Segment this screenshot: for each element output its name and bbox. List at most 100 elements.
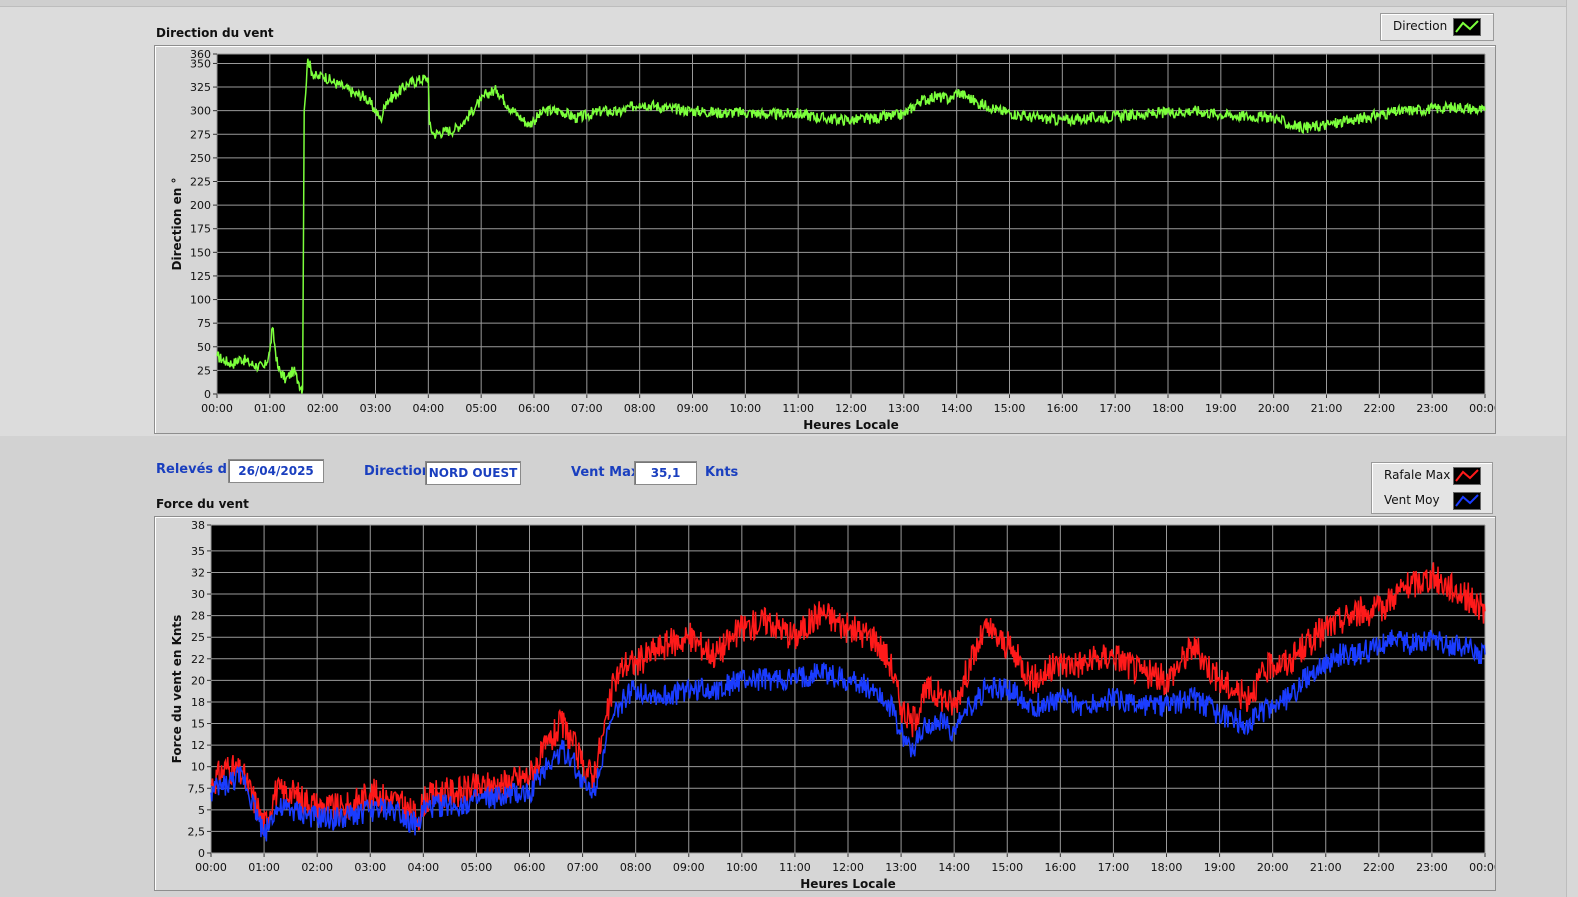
y-tick-label: 200 <box>190 199 211 212</box>
releves-label: Relevés du <box>156 462 237 477</box>
x-tick-label: 10:00 <box>726 861 758 874</box>
x-tick-label: 00:00 <box>201 402 233 415</box>
direction-value-field[interactable]: NORD OUEST <box>425 461 521 485</box>
x-tick-label: 10:00 <box>729 402 761 415</box>
y-tick-label: 0 <box>204 388 211 401</box>
force-legend[interactable]: Rafale Max Vent Moy <box>1371 462 1493 514</box>
x-tick-label: 16:00 <box>1044 861 1076 874</box>
x-tick-label: 05:00 <box>461 861 493 874</box>
y-tick-label: 25 <box>191 631 205 644</box>
x-tick-label: 20:00 <box>1257 861 1289 874</box>
x-tick-label: 08:00 <box>624 402 656 415</box>
x-tick-label: 02:00 <box>301 861 333 874</box>
x-tick-label: 22:00 <box>1363 861 1395 874</box>
y-tick-label: 38 <box>191 519 205 532</box>
x-tick-label: 12:00 <box>835 402 867 415</box>
x-tick-label: 15:00 <box>991 861 1023 874</box>
x-tick-label: 14:00 <box>941 402 973 415</box>
x-tick-label: 19:00 <box>1204 861 1236 874</box>
x-tick-label: 20:00 <box>1258 402 1290 415</box>
x-tick-label: 04:00 <box>412 402 444 415</box>
x-tick-label: 02:00 <box>307 402 339 415</box>
x-tick-label: 00:00 <box>1469 861 1495 874</box>
rafale-line-swatch-icon <box>1453 467 1481 485</box>
x-tick-label: 22:00 <box>1363 402 1395 415</box>
ventmax-value-field[interactable]: 35,1 <box>634 461 697 485</box>
y-tick-label: 28 <box>191 610 205 623</box>
x-tick-label: 21:00 <box>1311 402 1343 415</box>
y-tick-label: 100 <box>190 294 211 307</box>
y-tick-label: 18 <box>191 696 205 709</box>
x-axis-label: Heures Locale <box>803 418 898 432</box>
y-tick-label: 5 <box>198 804 205 817</box>
x-tick-label: 04:00 <box>407 861 439 874</box>
x-tick-label: 14:00 <box>938 861 970 874</box>
y-tick-label: 15 <box>191 718 205 731</box>
x-tick-label: 01:00 <box>248 861 280 874</box>
ventmax-label: Vent Max <box>571 465 640 480</box>
x-tick-label: 15:00 <box>994 402 1026 415</box>
y-tick-label: 0 <box>198 847 205 860</box>
x-tick-label: 05:00 <box>465 402 497 415</box>
x-tick-label: 21:00 <box>1310 861 1342 874</box>
releves-date-field[interactable]: 26/04/2025 <box>228 459 324 483</box>
legend-item-ventmoy[interactable]: Vent Moy <box>1372 488 1492 512</box>
legend-item-rafale[interactable]: Rafale Max <box>1372 463 1492 487</box>
window-right-edge <box>1566 0 1578 897</box>
force-chart-frame: 00:00 01:00 02:00 03:00 04:00 05:00 06:00 07:00… <box>154 516 1501 891</box>
direction-chart: 00:00 01:00 02:00 03:00 04:00 05:00 06:00 07:00… <box>170 48 1501 432</box>
y-tick-label: 250 <box>190 152 211 165</box>
x-tick-label: 13:00 <box>888 402 920 415</box>
y-tick-label: 300 <box>190 105 211 118</box>
force-chart: 00:00 01:00 02:00 03:00 04:00 05:00 06:00 07:00… <box>170 519 1501 891</box>
y-tick-label: 125 <box>190 270 211 283</box>
force-chart-title: Force du vent <box>156 497 249 511</box>
y-tick-label: 275 <box>190 128 211 141</box>
y-tick-label: 225 <box>190 176 211 189</box>
y-tick-label: 75 <box>197 317 211 330</box>
x-tick-label: 18:00 <box>1152 402 1184 415</box>
x-tick-label: 12:00 <box>832 861 864 874</box>
direction-chart-frame: 00:00 01:00 02:00 03:00 04:00 05:00 06:00 07:00… <box>154 45 1501 434</box>
direction-label: Direction <box>364 464 432 479</box>
y-tick-label: 150 <box>190 246 211 259</box>
x-tick-label: 19:00 <box>1205 402 1237 415</box>
x-tick-label: 16:00 <box>1046 402 1078 415</box>
y-tick-label: 325 <box>190 81 211 94</box>
x-tick-label: 23:00 <box>1416 861 1448 874</box>
x-tick-label: 00:00 <box>195 861 227 874</box>
x-tick-label: 03:00 <box>360 402 392 415</box>
direction-line-swatch-icon <box>1453 18 1481 36</box>
x-tick-label: 13:00 <box>885 861 917 874</box>
window-top-strip <box>0 0 1578 7</box>
y-tick-label: 32 <box>191 566 205 579</box>
y-tick-label: 360 <box>190 48 211 61</box>
y-axis-label: Direction en ° <box>170 178 184 271</box>
y-tick-label: 50 <box>197 341 211 354</box>
x-tick-label: 17:00 <box>1099 402 1131 415</box>
x-tick-label: 11:00 <box>779 861 811 874</box>
x-tick-label: 09:00 <box>677 402 709 415</box>
x-tick-label: 01:00 <box>254 402 286 415</box>
x-tick-label: 17:00 <box>1098 861 1130 874</box>
y-tick-label: 30 <box>191 588 205 601</box>
y-tick-label: 35 <box>191 545 205 558</box>
y-tick-label: 25 <box>197 364 211 377</box>
direction-legend[interactable]: Direction <box>1380 13 1494 41</box>
legend-label-direction: Direction <box>1393 19 1448 33</box>
y-axis-label: Force du vent en Knts <box>170 615 184 764</box>
x-tick-label: 08:00 <box>620 861 652 874</box>
y-tick-label: 2,5 <box>188 825 206 838</box>
ventmoy-line-swatch-icon <box>1453 492 1481 510</box>
x-tick-label: 18:00 <box>1151 861 1183 874</box>
x-tick-label: 09:00 <box>673 861 705 874</box>
y-tick-label: 12 <box>191 739 205 752</box>
x-tick-label: 11:00 <box>782 402 814 415</box>
legend-item-direction[interactable]: Direction <box>1381 14 1493 38</box>
x-axis-label: Heures Locale <box>800 877 895 890</box>
direction-chart-title: Direction du vent <box>156 26 274 40</box>
legend-label-ventmoy: Vent Moy <box>1384 493 1440 507</box>
y-tick-label: 7,5 <box>188 782 206 795</box>
y-tick-label: 20 <box>191 674 205 687</box>
x-tick-label: 07:00 <box>571 402 603 415</box>
